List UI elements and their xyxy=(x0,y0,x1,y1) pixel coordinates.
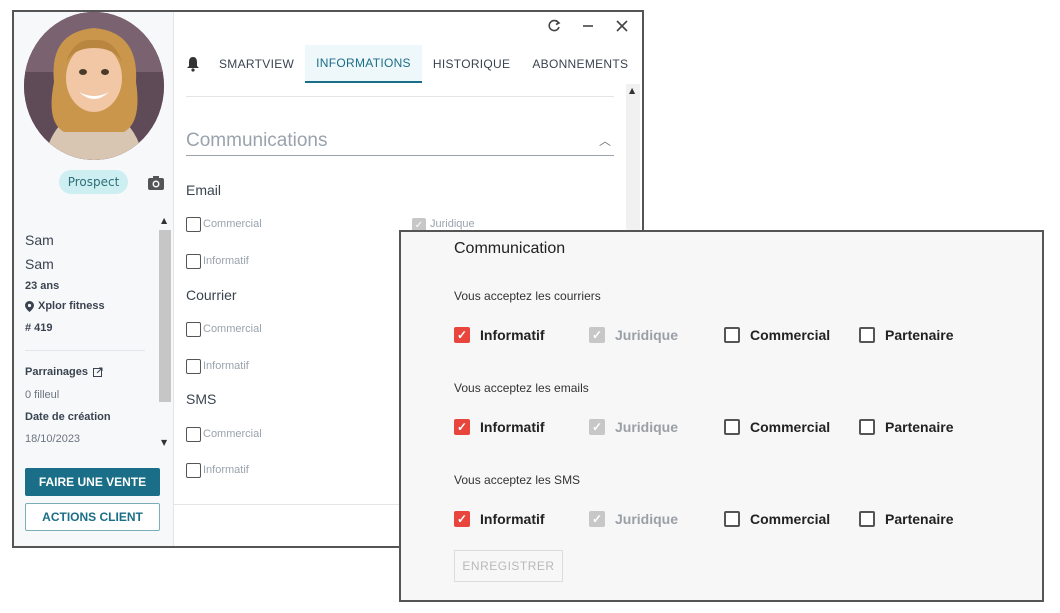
courrier-commercial-checkbox[interactable] xyxy=(186,322,201,337)
option-label: Partenaire xyxy=(885,419,954,435)
option-label: Commercial xyxy=(750,327,831,343)
sms-juridique-option: ✓ Juridique xyxy=(589,511,678,527)
minimize-icon[interactable] xyxy=(580,18,596,34)
courriers-commercial-option[interactable]: Commercial xyxy=(724,327,830,343)
location-pin-icon xyxy=(25,300,34,312)
checked-icon[interactable]: ✓ xyxy=(454,511,470,527)
email-heading: Email xyxy=(186,182,222,198)
unchecked-icon[interactable] xyxy=(859,511,875,527)
sms-heading: SMS xyxy=(186,391,217,407)
tab-smartview[interactable]: SMARTVIEW xyxy=(208,45,305,83)
courrier-informatif-label: Informatif xyxy=(203,360,249,372)
email-commercial-label: Commercial xyxy=(203,218,262,230)
option-label: Juridique xyxy=(615,419,679,435)
unchecked-icon[interactable] xyxy=(724,419,740,435)
sms-informatif-checkbox[interactable] xyxy=(186,463,201,478)
scroll-up-icon[interactable]: ▲ xyxy=(161,216,167,225)
disabled-checked-icon: ✓ xyxy=(589,327,605,343)
section-title: Communications xyxy=(186,130,328,151)
communication-dialog: Communication Vous acceptez les courrier… xyxy=(399,230,1044,602)
checked-icon[interactable]: ✓ xyxy=(454,419,470,435)
first-name: Sam xyxy=(25,232,54,248)
more-icon[interactable]: ••• xyxy=(639,56,642,72)
tab-divider xyxy=(186,96,614,97)
scroll-down-icon[interactable]: ▼ xyxy=(161,438,167,447)
last-name: Sam xyxy=(25,256,54,272)
created-label: Date de création xyxy=(25,411,111,423)
option-label: Commercial xyxy=(750,419,831,435)
emails-question: Vous acceptez les emails xyxy=(454,381,589,395)
created-value: 18/10/2023 xyxy=(25,433,81,445)
avatar[interactable] xyxy=(24,12,164,160)
chevron-up-icon[interactable]: ︿ xyxy=(599,132,611,149)
age: 23 ans xyxy=(25,280,60,292)
window-controls xyxy=(546,18,630,34)
sms-commercial-checkbox[interactable] xyxy=(186,427,201,442)
scroll-up-icon[interactable]: ▲ xyxy=(629,86,635,95)
referrals-value: 0 filleul xyxy=(25,389,60,401)
referrals-link[interactable]: Parrainages xyxy=(25,366,103,378)
option-label: Informatif xyxy=(480,327,545,343)
courriers-informatif-option[interactable]: ✓ Informatif xyxy=(454,327,545,343)
tab-abonnements[interactable]: ABONNEMENTS xyxy=(521,45,639,83)
external-link-icon[interactable] xyxy=(92,367,103,377)
tab-bar: SMARTVIEW INFORMATIONS HISTORIQUE ABONNE… xyxy=(184,44,642,84)
club-name: Xplor fitness xyxy=(38,300,105,312)
dialog-title: Communication xyxy=(454,240,566,257)
sms-commercial-label: Commercial xyxy=(203,428,262,440)
unchecked-icon[interactable] xyxy=(859,419,875,435)
courriers-partenaire-option[interactable]: Partenaire xyxy=(859,327,953,343)
courriers-question: Vous acceptez les courriers xyxy=(454,289,601,303)
courrier-heading: Courrier xyxy=(186,287,237,303)
email-juridique-label: Juridique xyxy=(430,218,475,230)
client-actions-button[interactable]: ACTIONS CLIENT xyxy=(25,503,160,531)
bell-icon[interactable] xyxy=(186,56,200,72)
courrier-informatif-checkbox[interactable] xyxy=(186,359,201,374)
status-badge: Prospect xyxy=(59,170,128,194)
camera-icon[interactable] xyxy=(147,175,165,191)
checked-icon[interactable]: ✓ xyxy=(454,327,470,343)
scroll-thumb[interactable] xyxy=(159,230,171,402)
disabled-checked-icon: ✓ xyxy=(589,419,605,435)
option-label: Juridique xyxy=(615,327,679,343)
emails-informatif-option[interactable]: ✓ Informatif xyxy=(454,419,545,435)
sms-partenaire-option[interactable]: Partenaire xyxy=(859,511,953,527)
referrals-label: Parrainages xyxy=(25,366,88,378)
sidebar-scrollbar[interactable]: ▲ ▼ xyxy=(159,216,171,452)
emails-partenaire-option[interactable]: Partenaire xyxy=(859,419,953,435)
email-informatif-label: Informatif xyxy=(203,255,249,267)
emails-commercial-option[interactable]: Commercial xyxy=(724,419,830,435)
emails-juridique-option: ✓ Juridique xyxy=(589,419,678,435)
option-label: Commercial xyxy=(750,511,831,527)
unchecked-icon[interactable] xyxy=(724,327,740,343)
unchecked-icon[interactable] xyxy=(724,511,740,527)
courrier-commercial-label: Commercial xyxy=(203,323,262,335)
tab-historique[interactable]: HISTORIQUE xyxy=(422,45,521,83)
disabled-checked-icon: ✓ xyxy=(589,511,605,527)
sms-informatif-option[interactable]: ✓ Informatif xyxy=(454,511,545,527)
section-underline xyxy=(186,155,614,156)
email-commercial-checkbox[interactable] xyxy=(186,217,201,232)
divider xyxy=(25,350,145,351)
unchecked-icon[interactable] xyxy=(859,327,875,343)
member-id: # 419 xyxy=(25,322,53,334)
close-icon[interactable] xyxy=(614,18,630,34)
option-label: Juridique xyxy=(615,511,679,527)
sms-question: Vous acceptez les SMS xyxy=(454,473,581,487)
sms-commercial-option[interactable]: Commercial xyxy=(724,511,830,527)
email-informatif-checkbox[interactable] xyxy=(186,254,201,269)
club: Xplor fitness xyxy=(25,300,105,312)
option-label: Informatif xyxy=(480,419,545,435)
make-sale-button[interactable]: FAIRE UNE VENTE xyxy=(25,468,160,496)
client-sidebar: Prospect Sam Sam 23 ans Xplor fitness # … xyxy=(14,12,174,546)
refresh-icon[interactable] xyxy=(546,18,562,34)
courriers-juridique-option: ✓ Juridique xyxy=(589,327,678,343)
tab-informations[interactable]: INFORMATIONS xyxy=(305,45,422,83)
option-label: Informatif xyxy=(480,511,545,527)
option-label: Partenaire xyxy=(885,511,954,527)
save-button[interactable]: ENREGISTRER xyxy=(454,550,563,582)
option-label: Partenaire xyxy=(885,327,954,343)
sms-informatif-label: Informatif xyxy=(203,464,249,476)
